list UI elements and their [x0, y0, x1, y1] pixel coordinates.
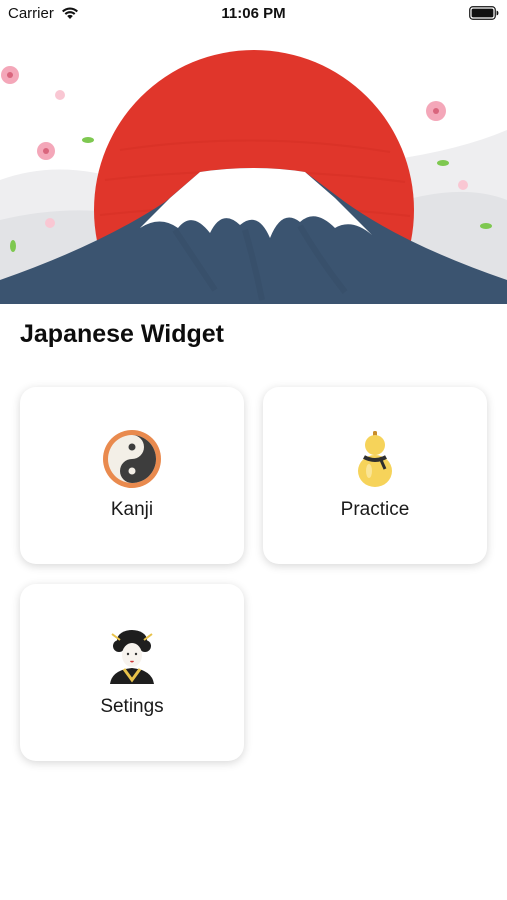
gourd-icon [358, 431, 392, 487]
yin-yang-icon [103, 430, 161, 488]
hero-banner [0, 30, 507, 304]
practice-card-label: Practice [340, 499, 410, 520]
kanji-card-label: Kanji [110, 499, 154, 520]
status-bar: Carrier 11:06 PM [0, 0, 507, 30]
settings-card[interactable]: Setings [20, 584, 244, 761]
geisha-icon [110, 630, 154, 684]
kanji-card[interactable]: Kanji [20, 387, 244, 564]
battery-icon [469, 6, 499, 20]
clock: 11:06 PM [221, 5, 286, 22]
mount-fuji-illustration [0, 30, 507, 304]
practice-card[interactable]: Practice [263, 387, 487, 564]
settings-card-label: Setings [100, 696, 164, 717]
page-title: Japanese Widget [20, 320, 225, 348]
